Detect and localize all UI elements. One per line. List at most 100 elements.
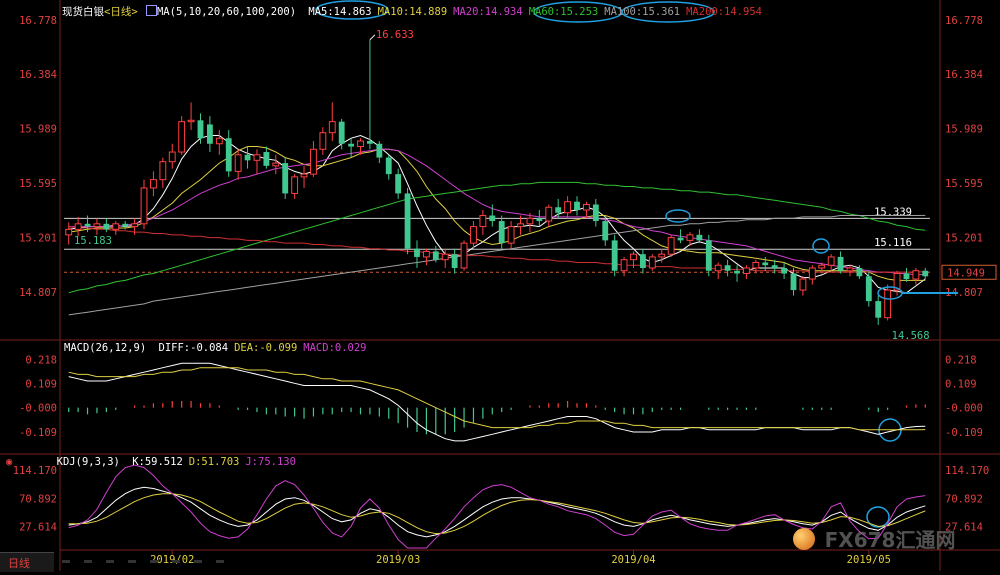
candle-body-58 [611, 240, 618, 271]
main-ytick-right-2: 15.989 [945, 124, 983, 136]
candle-body-11 [168, 151, 176, 163]
candle-body-13 [187, 119, 195, 123]
main-ytick-left-3: 15.595 [19, 178, 57, 190]
candle-body-36 [404, 193, 411, 249]
candle-body-83 [846, 267, 854, 272]
candle-body-32 [367, 140, 373, 144]
main-value-2: MA20:14.934 [453, 6, 523, 18]
kdj-ytick-left-1: 70.892 [19, 493, 57, 505]
kdj-header: ◉ KDJ(9,3,3) K:59.512 D:51.703 J:75.130 [6, 456, 296, 468]
candle-body-80 [818, 264, 826, 269]
candle-body-31 [357, 140, 364, 148]
candle-body-81 [827, 256, 835, 266]
candle-body-48 [517, 223, 524, 228]
candle-body-3 [93, 223, 101, 228]
candle-body-63 [658, 253, 666, 258]
candle-body-44 [479, 215, 487, 228]
candle-body-82 [837, 256, 844, 271]
main-ytick-right-0: 16.778 [945, 15, 983, 27]
main-value-5: MA200:14.954 [686, 6, 762, 18]
candle-body-25 [300, 173, 308, 178]
candle-body-4 [103, 223, 110, 230]
macd-ytick-left-2: -0.000 [19, 403, 57, 415]
scroll-marker-6 [194, 560, 202, 563]
main-ytick-right-3: 15.595 [945, 178, 983, 190]
candle-body-91 [922, 270, 929, 277]
candle-body-5 [112, 223, 120, 230]
candle-body-1 [74, 223, 82, 230]
main-ytick-left-4: 15.201 [19, 232, 57, 244]
high-annotation: 16.633 [376, 29, 414, 41]
ma-params: MA(5,10,20,60,100,200) [156, 6, 297, 18]
candle-body-78 [799, 278, 807, 291]
scroll-marker-1 [84, 560, 92, 563]
main-ytick-left-0: 16.778 [19, 15, 57, 27]
candle-body-20 [253, 154, 261, 161]
candle-body-59 [620, 259, 628, 272]
kdj-value-0: K:59.512 [132, 456, 183, 468]
candle-body-85 [865, 276, 872, 302]
candle-body-28 [328, 121, 336, 134]
candle-body-87 [884, 289, 892, 319]
candle-body-0 [65, 228, 73, 236]
candle-body-15 [206, 124, 213, 144]
symbol-name: 现货白银 [62, 6, 104, 18]
main-value-3: MA60:15.253 [528, 6, 599, 18]
candle-body-30 [348, 143, 355, 147]
scroll-marker-7 [216, 560, 224, 563]
candle-body-6 [122, 223, 129, 227]
candle-body-70 [724, 265, 731, 271]
candle-body-43 [470, 226, 477, 244]
candle-body-37 [414, 248, 420, 257]
main-header: 现货白银<日线> MA(5,10,20,60,100,200) MA5:14.8… [62, 4, 762, 19]
kdj-ytick-right-0: 114.170 [945, 465, 989, 477]
xtick-label-2: 2019/04 [611, 554, 655, 566]
candle-body-54 [574, 201, 580, 211]
tab-daily[interactable]: 日线 [0, 552, 54, 572]
kdj-settings-icon[interactable]: ◉ [6, 456, 12, 468]
chart-canvas[interactable]: 16.778 16.778 16.384 16.384 15.989 15.989 15.5… [0, 0, 1000, 571]
candle-body-86 [875, 301, 882, 318]
candle-body-55 [583, 203, 590, 211]
candle-body-62 [648, 256, 656, 269]
main-ytick-left-1: 16.384 [19, 69, 57, 81]
scroll-marker-0 [62, 560, 70, 563]
candle-body-69 [714, 264, 722, 272]
tab-daily-label: 日线 [8, 557, 30, 570]
scroll-marker-2 [106, 560, 114, 563]
main-value-1: MA10:14.889 [377, 6, 448, 18]
candle-body-66 [686, 234, 694, 241]
watermark-logo: FX678汇通网 [793, 524, 955, 553]
candle-body-33 [376, 143, 383, 158]
candle-body-76 [781, 267, 788, 274]
kdj-params: KDJ(9,3,3) [56, 456, 120, 468]
candle-body-56 [592, 204, 599, 222]
candle-body-61 [639, 254, 646, 268]
candle-body-2 [84, 223, 91, 227]
candle-body-16 [215, 137, 223, 145]
macd-value-2: MACD:0.029 [303, 342, 367, 354]
kdj-value-1: D:51.703 [188, 456, 240, 468]
macd-params: MACD(26,12,9) [64, 342, 147, 354]
kdj-ytick-right-1: 70.892 [945, 493, 983, 505]
candle-body-23 [282, 163, 289, 194]
candle-body-34 [385, 157, 392, 175]
candle-body-7 [131, 223, 139, 228]
candle-body-84 [856, 267, 863, 277]
candle-body-29 [338, 121, 345, 144]
candle-body-53 [564, 201, 572, 214]
kline-chart-window: 16.778 16.778 16.384 16.384 15.989 15.989 15.5… [0, 0, 1000, 572]
macd-ytick-left-3: -0.109 [19, 427, 57, 439]
watermark-ball-icon [793, 527, 815, 550]
candle-body-14 [197, 120, 204, 139]
scroll-marker-5 [172, 560, 180, 563]
candle-body-12 [178, 121, 186, 153]
level-label-0: 15.339 [874, 206, 912, 218]
current-price-label: 14.949 [947, 267, 985, 279]
candle-body-49 [526, 217, 534, 225]
level-label-1: 15.116 [874, 237, 912, 249]
main-ytick-right-4: 15.201 [945, 232, 983, 244]
candle-body-90 [912, 270, 920, 280]
candle-body-24 [291, 176, 299, 194]
candle-body-60 [630, 253, 637, 261]
